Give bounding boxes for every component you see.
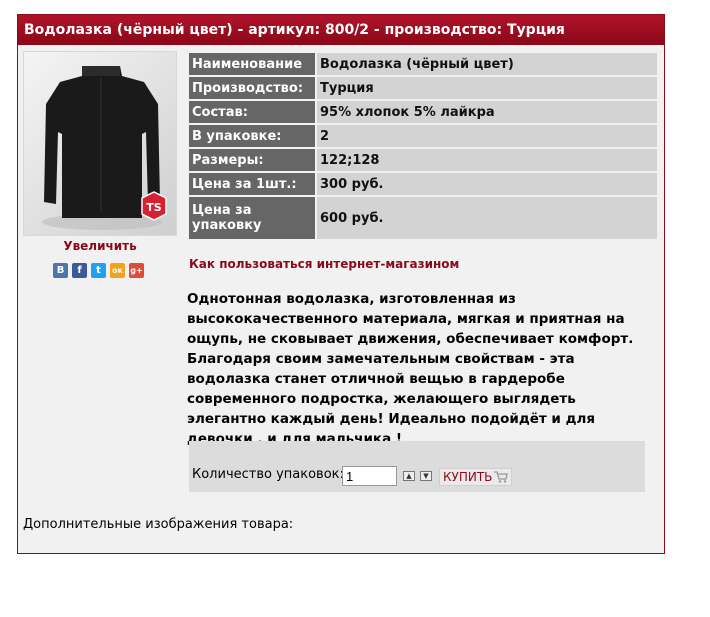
table-row: Производство: Турция [189, 77, 657, 99]
buy-button[interactable]: КУПИТЬ [439, 468, 513, 486]
prop-key: Наименование [189, 53, 317, 75]
ts-logo: TS [146, 201, 162, 214]
prop-key: Размеры: [189, 149, 317, 171]
quantity-label: Количество упаковок: [192, 467, 344, 482]
prop-key: Цена за 1шт.: [189, 173, 317, 195]
odnoklassniki-icon[interactable]: ок [110, 263, 125, 278]
google-plus-icon[interactable]: g+ [129, 263, 144, 278]
product-image[interactable]: TS [23, 51, 177, 236]
vk-icon[interactable]: В [53, 263, 68, 278]
turtleneck-image: TS [42, 66, 167, 230]
table-row: Размеры: 122;128 [189, 149, 657, 171]
prop-key: В упаковке: [189, 125, 317, 147]
prop-key: Цена за упаковку [189, 197, 317, 239]
prop-key: Состав: [189, 101, 317, 123]
prop-value: 122;128 [317, 149, 657, 171]
table-row: В упаковке: 2 [189, 125, 657, 147]
zoom-link[interactable]: Увеличить [23, 239, 177, 253]
quantity-input[interactable] [342, 466, 397, 486]
prop-value: 95% хлопок 5% лайкра [317, 101, 657, 123]
table-row: Состав: 95% хлопок 5% лайкра [189, 101, 657, 123]
howto-link[interactable]: Как пользоваться интернет-магазином [189, 257, 459, 271]
prop-key: Производство: [189, 77, 317, 99]
prop-value: 2 [317, 125, 657, 147]
prop-value: 300 руб. [317, 173, 657, 195]
prop-value: 600 руб. [317, 197, 657, 239]
product-properties-table: Наименование Водолазка (чёрный цвет) Прои… [189, 51, 657, 241]
order-box: Количество упаковок: ▲ ▼ КУПИТЬ [189, 441, 645, 492]
table-row: Цена за упаковку 600 руб. [189, 197, 657, 239]
buy-button-label: КУПИТЬ [443, 470, 493, 484]
table-row: Цена за 1шт.: 300 руб. [189, 173, 657, 195]
prop-value: Водолазка (чёрный цвет) [317, 53, 657, 75]
cart-icon [494, 471, 509, 483]
increment-icon[interactable]: ▲ [403, 471, 415, 481]
social-share: В f t ок g+ [53, 263, 144, 278]
prop-value: Турция [317, 77, 657, 99]
extra-images-label: Дополнительные изображения товара: [23, 517, 294, 532]
product-panel: Водолазка (чёрный цвет) - артикул: 800/2… [17, 14, 665, 554]
product-title: Водолазка (чёрный цвет) - артикул: 800/2… [18, 15, 664, 45]
facebook-icon[interactable]: f [72, 263, 87, 278]
product-description: Однотонная водолазка, изготовленная из в… [187, 291, 634, 447]
table-row: Наименование Водолазка (чёрный цвет) [189, 53, 657, 75]
twitter-icon[interactable]: t [91, 263, 106, 278]
decrement-icon[interactable]: ▼ [420, 471, 432, 481]
